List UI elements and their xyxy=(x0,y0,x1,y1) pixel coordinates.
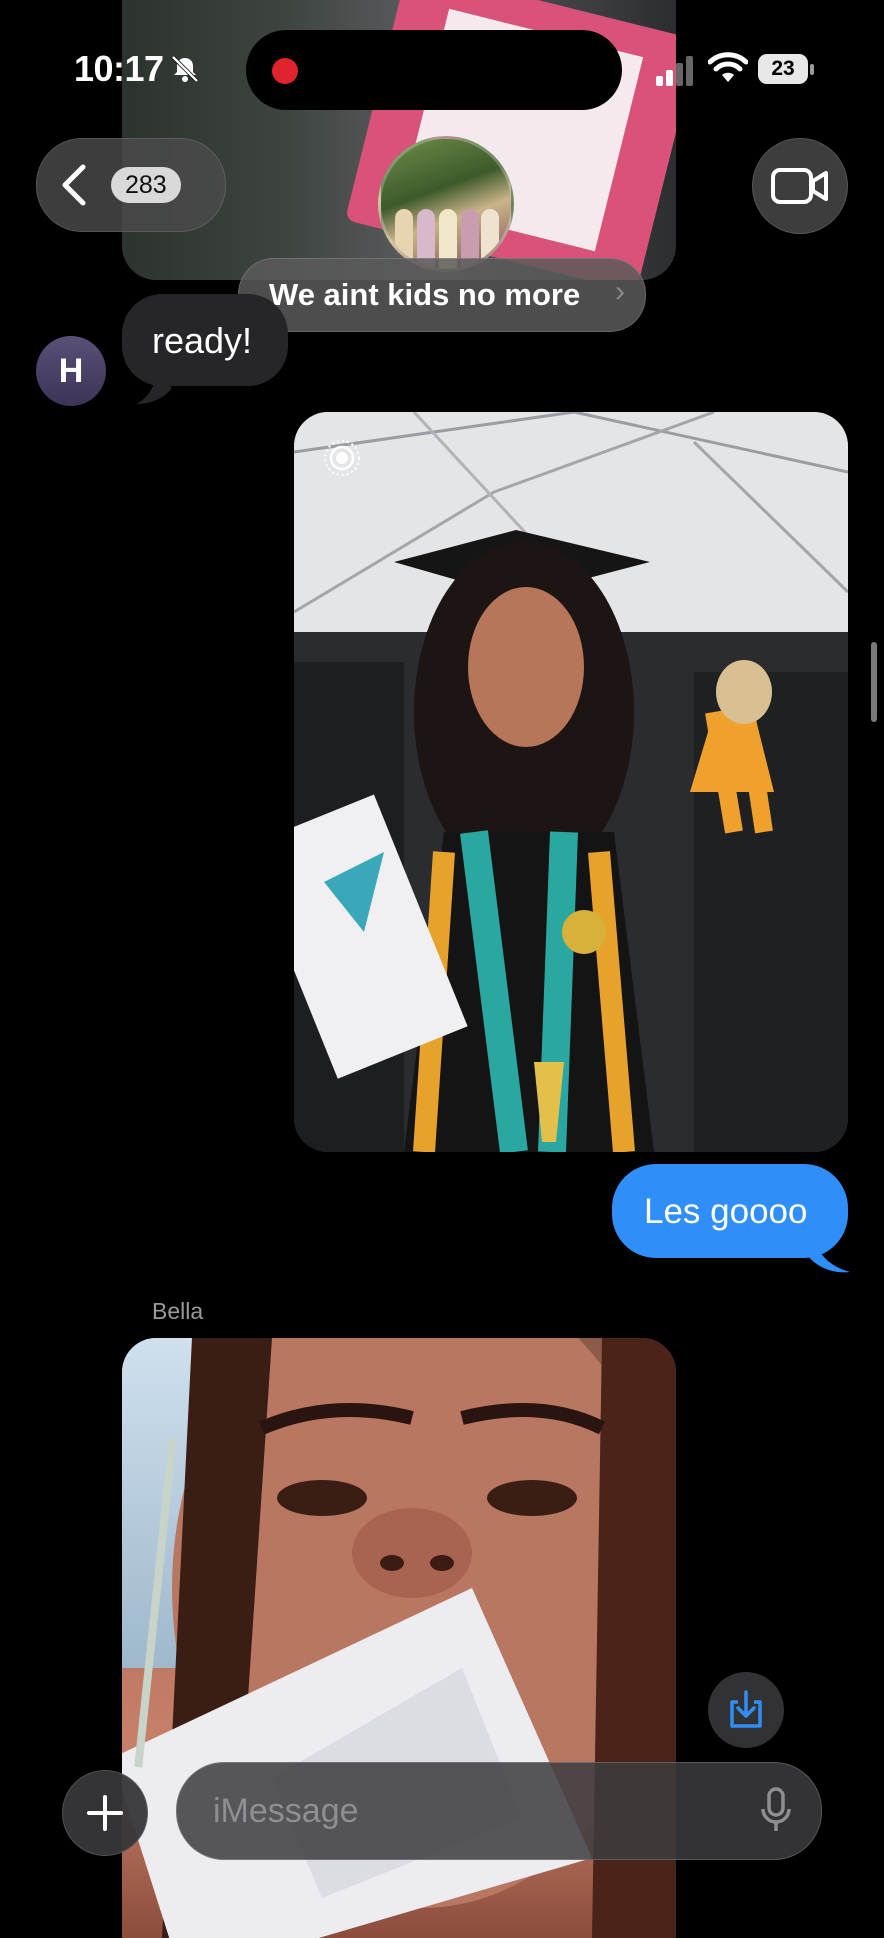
outgoing-photo-message[interactable] xyxy=(294,412,848,1152)
status-time: 10:17 xyxy=(74,48,164,89)
live-photo-icon[interactable] xyxy=(322,438,362,478)
battery-tip xyxy=(810,64,814,75)
dynamic-island xyxy=(246,30,622,110)
facetime-video-button[interactable] xyxy=(752,138,848,234)
chevron-left-icon xyxy=(62,164,86,206)
apps-plus-button[interactable] xyxy=(62,1770,148,1856)
recording-indicator-icon xyxy=(272,58,298,84)
message-compose-field[interactable] xyxy=(176,1762,822,1860)
back-button[interactable]: 283 xyxy=(36,138,226,232)
save-photo-button[interactable] xyxy=(708,1672,784,1748)
sender-name: Bella xyxy=(152,1298,204,1324)
wifi-icon xyxy=(708,52,748,82)
cellular-signal-icon xyxy=(656,56,693,86)
message-text: ready! xyxy=(152,320,253,361)
bubble-tail xyxy=(808,1232,850,1273)
graduation-photo xyxy=(294,412,848,1152)
microphone-icon[interactable] xyxy=(761,1787,791,1833)
message-text: Les goooo xyxy=(644,1192,808,1231)
imessage-input[interactable] xyxy=(211,1785,715,1837)
plus-icon xyxy=(87,1795,123,1831)
group-name-button[interactable]: We aint kids no more › xyxy=(238,258,646,332)
sender-avatar[interactable]: H xyxy=(36,336,106,406)
battery-indicator: 23 xyxy=(758,54,814,86)
battery-level: 23 xyxy=(758,54,808,84)
chevron-right-icon: › xyxy=(615,275,625,308)
group-avatar[interactable] xyxy=(378,136,514,272)
silent-bell-icon xyxy=(171,55,199,83)
scrollbar-thumb[interactable] xyxy=(871,642,877,722)
video-camera-icon xyxy=(771,168,828,204)
group-name-label: We aint kids no more xyxy=(269,277,581,312)
download-icon xyxy=(730,1690,762,1728)
bubble-tail xyxy=(136,370,172,404)
unread-count-badge: 283 xyxy=(111,167,181,203)
